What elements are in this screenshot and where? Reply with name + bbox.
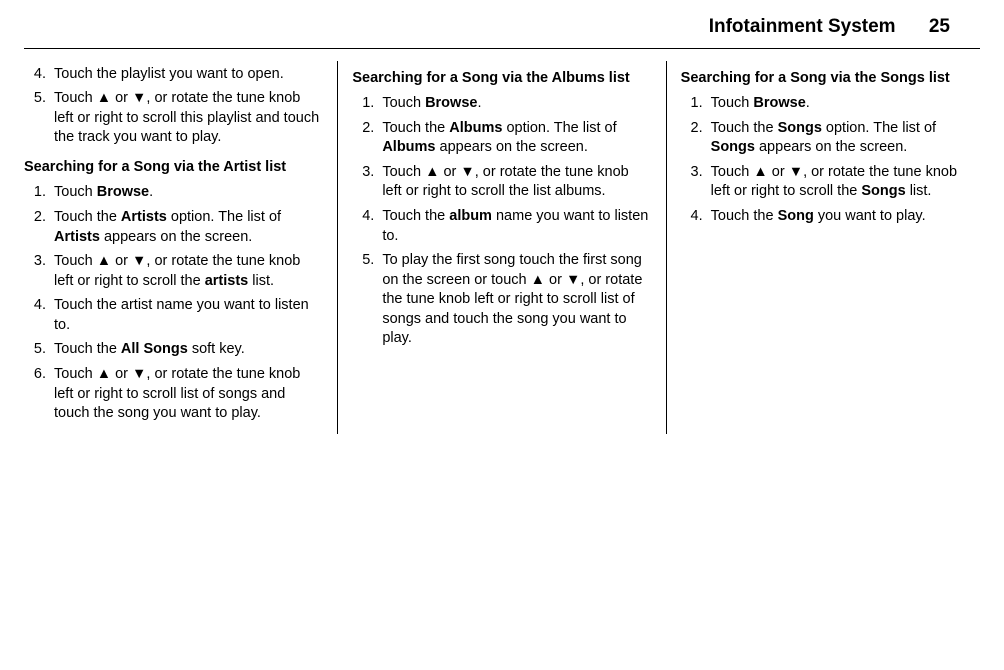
playlist-steps-continued: Touch the playlist you want to open. Tou…	[24, 65, 323, 148]
artist-step-5: Touch the All Songs soft key.	[50, 340, 323, 360]
down-arrow-icon: ▼	[132, 90, 146, 106]
artist-step-6: Touch ▲ or ▼, or rotate the tune knob le…	[50, 365, 323, 424]
artist-step-1: Touch Browse.	[50, 183, 323, 203]
up-arrow-icon: ▲	[531, 272, 545, 288]
artist-step-4: Touch the artist name you want to listen…	[50, 296, 323, 335]
down-arrow-icon: ▼	[460, 164, 474, 180]
artist-step-3: Touch ▲ or ▼, or rotate the tune knob le…	[50, 252, 323, 291]
up-arrow-icon: ▲	[753, 164, 767, 180]
up-arrow-icon: ▲	[97, 366, 111, 382]
albums-search-heading: Searching for a Song via the Albums list	[352, 69, 651, 89]
song-step-3: Touch ▲ or ▼, or rotate the tune knob le…	[707, 163, 980, 202]
song-step-1: Touch Browse.	[707, 94, 980, 114]
column-3: Searching for a Song via the Songs list …	[666, 61, 980, 434]
up-arrow-icon: ▲	[425, 164, 439, 180]
songs-search-heading: Searching for a Song via the Songs list	[681, 69, 980, 89]
song-step-4: Touch the Song you want to play.	[707, 207, 980, 227]
song-step-2: Touch the Songs option. The list of Song…	[707, 119, 980, 158]
step-4: Touch the playlist you want to open.	[50, 65, 323, 85]
page-number: 25	[929, 16, 950, 37]
column-2: Searching for a Song via the Albums list…	[337, 61, 665, 434]
section-title: Infotainment System	[709, 16, 896, 37]
down-arrow-icon: ▼	[566, 272, 580, 288]
albums-search-steps: Touch Browse. Touch the Albums option. T…	[352, 94, 651, 349]
down-arrow-icon: ▼	[132, 253, 146, 269]
songs-search-steps: Touch Browse. Touch the Songs option. Th…	[681, 94, 980, 226]
down-arrow-icon: ▼	[789, 164, 803, 180]
artist-step-2: Touch the Artists option. The list of Ar…	[50, 208, 323, 247]
column-1: Touch the playlist you want to open. Tou…	[24, 61, 337, 434]
artist-search-steps: Touch Browse. Touch the Artists option. …	[24, 183, 323, 423]
album-step-1: Touch Browse.	[378, 94, 651, 114]
content-columns: Touch the playlist you want to open. Tou…	[24, 61, 980, 434]
artist-search-heading: Searching for a Song via the Artist list	[24, 158, 323, 178]
album-step-5: To play the first song touch the first s…	[378, 251, 651, 349]
album-step-2: Touch the Albums option. The list of Alb…	[378, 119, 651, 158]
page-header: Infotainment System 25	[24, 0, 980, 49]
step-5: Touch ▲ or ▼, or rotate the tune knob le…	[50, 89, 323, 148]
up-arrow-icon: ▲	[97, 253, 111, 269]
album-step-4: Touch the album name you want to listen …	[378, 207, 651, 246]
album-step-3: Touch ▲ or ▼, or rotate the tune knob le…	[378, 163, 651, 202]
up-arrow-icon: ▲	[97, 90, 111, 106]
down-arrow-icon: ▼	[132, 366, 146, 382]
